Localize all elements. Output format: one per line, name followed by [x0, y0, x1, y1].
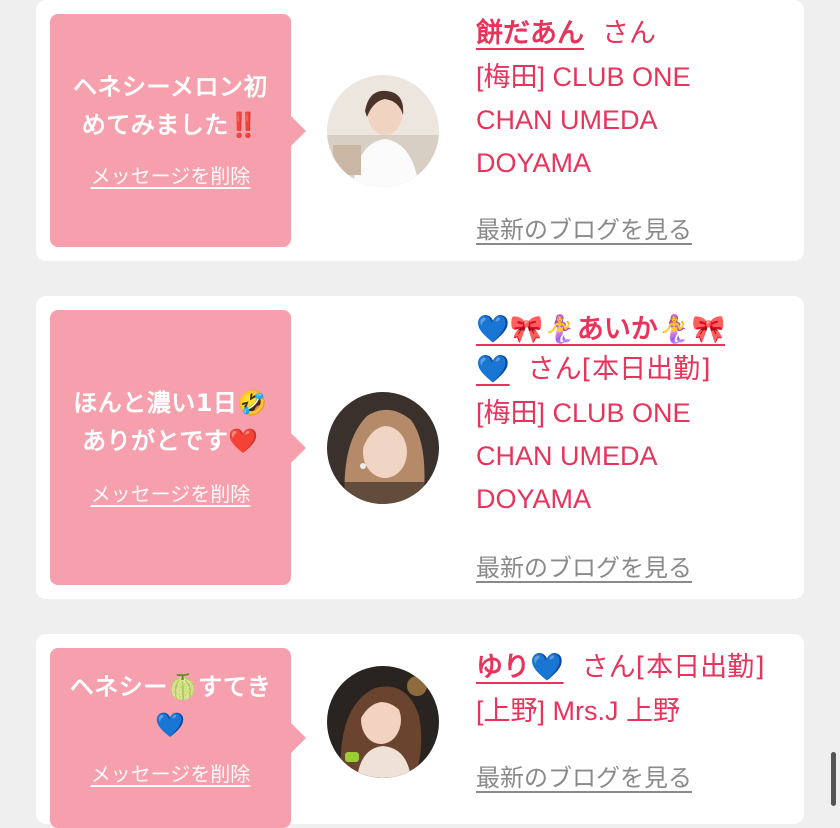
message-card: ほんと濃い1日🤣 ありがとです❤️ メッセージを削除 💙🎀🧜‍♀️あいか🧜‍♀️… — [36, 296, 804, 599]
message-bubble: ほんと濃い1日🤣 ありがとです❤️ メッセージを削除 — [50, 310, 306, 585]
avatar[interactable] — [327, 392, 439, 504]
cast-name-link[interactable]: 餅だあん — [476, 18, 584, 49]
delete-message-link[interactable]: メッセージを削除 — [91, 758, 251, 787]
cast-name-link[interactable]: ゆり💙 — [476, 652, 564, 683]
shop-name: DOYAMA — [476, 148, 592, 178]
shop-name: CHAN UMEDA — [476, 105, 658, 135]
message-text: ほんと濃い1日🤣 — [73, 389, 268, 417]
delete-message-link[interactable]: メッセージを削除 — [91, 478, 251, 507]
latest-blog-link[interactable]: 最新のブログを見る — [476, 758, 692, 793]
cast-info: ゆり💙 さん[本日出勤] [上野] Mrs.J 上野 — [476, 648, 796, 733]
message-text: ヘネシーメロン初 — [72, 73, 269, 101]
latest-blog-link[interactable]: 最新のブログを見る — [476, 548, 692, 583]
cast-info: 💙🎀🧜‍♀️あいか🧜‍♀️🎀 💙 さん[本日出勤] [梅田] CLUB ONE C… — [476, 310, 796, 521]
cast-name-line: ゆり💙 さん[本日出勤] — [476, 648, 796, 688]
message-bubble: ヘネシー🍈すてき 💙 メッセージを削除 — [50, 648, 306, 828]
name-suffix: さん[本日出勤] — [527, 354, 711, 385]
message-text: ありがとです❤️ — [82, 427, 259, 455]
message-card: ヘネシー🍈すてき 💙 メッセージを削除 ゆり💙 さん[本日出勤] [上野] Mrs… — [36, 634, 804, 828]
message-bubble: ヘネシーメロン初 めてみました‼️ メッセージを削除 — [50, 14, 306, 247]
shop-name: CHAN UMEDA — [476, 441, 658, 471]
cast-info: 餅だあん さん [梅田] CLUB ONE CHAN UMEDA DOYAMA — [476, 14, 796, 185]
message-card: ヘネシーメロン初 めてみました‼️ メッセージを削除 餅だあん さん [梅田] C… — [36, 0, 804, 261]
avatar[interactable] — [327, 666, 439, 778]
cast-name-link[interactable]: 💙🎀🧜‍♀️あいか🧜‍♀️🎀 — [476, 314, 725, 345]
avatar[interactable] — [327, 75, 439, 187]
cast-name-line: 💙 さん[本日出勤] — [476, 350, 796, 390]
name-suffix: さん[本日出勤] — [581, 652, 765, 683]
message-text: めてみました‼️ — [81, 111, 260, 139]
cast-name-line: 餅だあん さん — [476, 14, 796, 54]
name-suffix: さん — [602, 18, 656, 49]
shop-name: [梅田] CLUB ONE — [476, 62, 691, 92]
shop-name: [上野] Mrs.J 上野 — [476, 696, 680, 726]
shop-name: DOYAMA — [476, 484, 592, 514]
delete-message-link[interactable]: メッセージを削除 — [91, 160, 251, 189]
shop-name: [梅田] CLUB ONE — [476, 398, 691, 428]
cast-name-line: 💙🎀🧜‍♀️あいか🧜‍♀️🎀 — [476, 310, 796, 350]
latest-blog-link[interactable]: 最新のブログを見る — [476, 210, 692, 245]
cast-name-link[interactable]: 💙 — [476, 354, 510, 385]
message-text: ヘネシー🍈すてき — [69, 673, 272, 701]
message-text: 💙 — [155, 711, 186, 739]
scrollbar[interactable] — [831, 752, 836, 806]
